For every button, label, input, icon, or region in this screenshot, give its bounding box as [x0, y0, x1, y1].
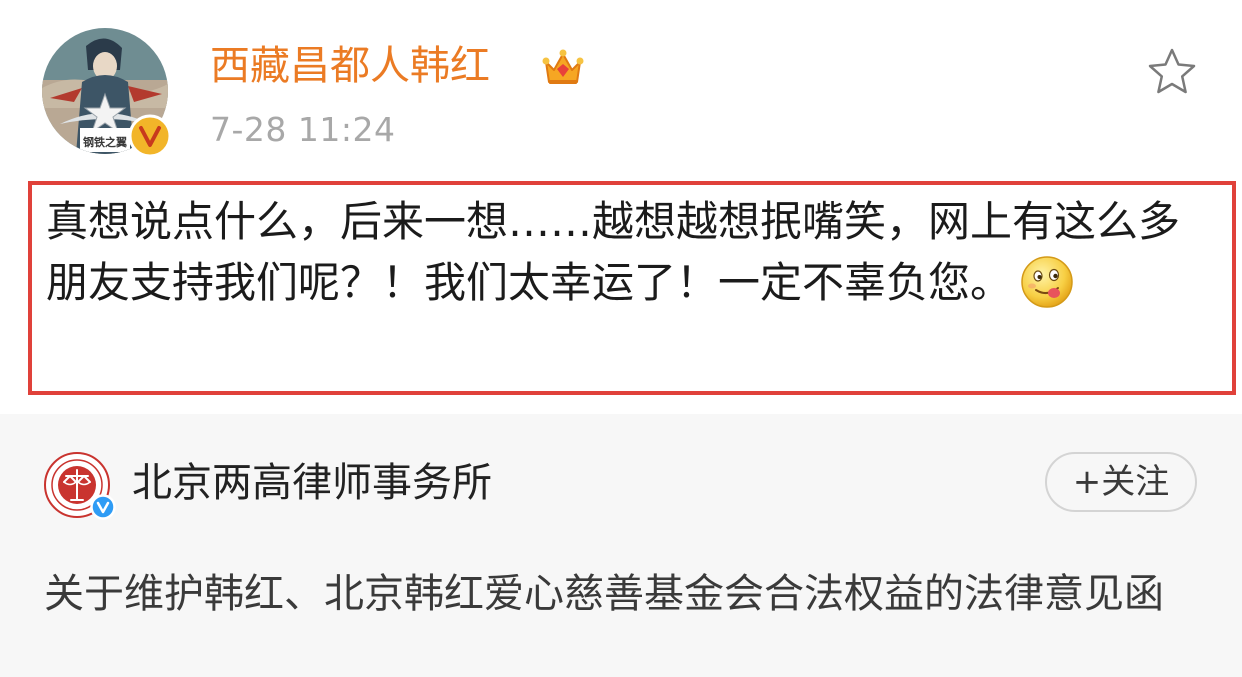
- follow-button[interactable]: +关注: [1045, 452, 1197, 512]
- post-content[interactable]: 真想说点什么，后来一想……越想越想抿嘴笑，网上有这么多朋友支持我们呢？！我们太幸…: [46, 191, 1221, 313]
- avatar-caption-text: 钢铁之翼: [83, 135, 127, 149]
- blue-verified-v-icon: [90, 494, 116, 520]
- post-text: 真想说点什么，后来一想……越想越想抿嘴笑，网上有这么多朋友支持我们呢？！我们太幸…: [46, 197, 1181, 307]
- drooling-face-emoji-icon: [1020, 255, 1074, 309]
- post-content-highlight-box: 真想说点什么，后来一想……越想越想抿嘴笑，网上有这么多朋友支持我们呢？！我们太幸…: [28, 181, 1236, 395]
- post-header: 钢铁之翼 西藏昌都人韩红 7-28 11:24: [0, 0, 1242, 175]
- repost-content[interactable]: 关于维护韩红、北京韩红爱心慈善基金会合法权益的法律意见函: [44, 562, 1204, 626]
- star-outline-icon[interactable]: [1146, 46, 1198, 98]
- crown-icon[interactable]: [540, 44, 586, 90]
- repost-card[interactable]: 北京两高律师事务所 +关注 关于维护韩红、北京韩红爱心慈善基金会合法权益的法律意…: [0, 414, 1242, 677]
- post-timestamp: 7-28 11:24: [210, 110, 396, 149]
- verified-v-icon: [128, 114, 172, 158]
- author-name[interactable]: 西藏昌都人韩红: [210, 40, 490, 92]
- repost-author-name[interactable]: 北京两高律师事务所: [132, 456, 492, 510]
